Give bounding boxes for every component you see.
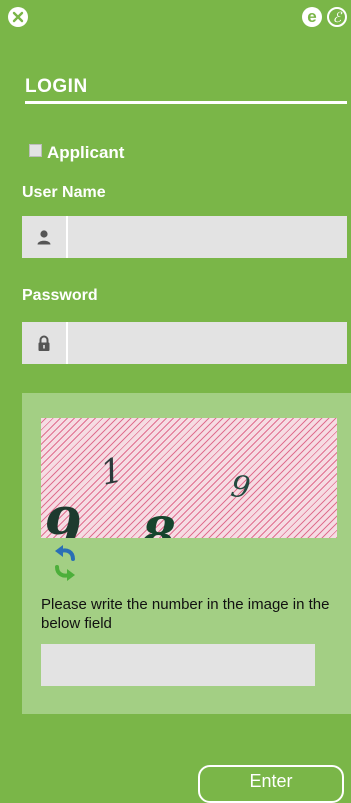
captcha-digit: 8	[141, 506, 176, 538]
username-label: User Name	[22, 184, 106, 201]
page-title: LOGIN	[25, 76, 88, 97]
username-input[interactable]	[68, 216, 347, 258]
user-icon	[22, 216, 68, 258]
lock-icon	[22, 322, 68, 364]
title-divider	[25, 101, 347, 104]
captcha-instructions: Please write the number in the image in …	[41, 596, 330, 632]
password-input[interactable]	[68, 322, 347, 364]
captcha-image: 1 8 9 9	[41, 418, 337, 538]
password-label: Password	[22, 287, 98, 304]
close-icon[interactable]	[8, 7, 28, 27]
e-icon-glyph: e	[307, 7, 317, 26]
captcha-digit: 1	[97, 450, 127, 494]
captcha-input[interactable]	[41, 644, 315, 686]
e-icon[interactable]: e	[302, 7, 322, 27]
username-field	[22, 216, 347, 258]
captcha-digit: 9	[43, 496, 82, 538]
enter-button[interactable]: Enter	[198, 765, 344, 803]
password-field	[22, 322, 347, 364]
refresh-icon[interactable]	[51, 543, 79, 583]
e-outline-icon[interactable]: ℰ	[327, 7, 347, 27]
applicant-checkbox[interactable]	[29, 144, 42, 157]
applicant-label[interactable]: Applicant	[47, 143, 124, 163]
captcha-digit: 9	[228, 468, 253, 507]
e-outline-icon-glyph: ℰ	[332, 9, 342, 25]
